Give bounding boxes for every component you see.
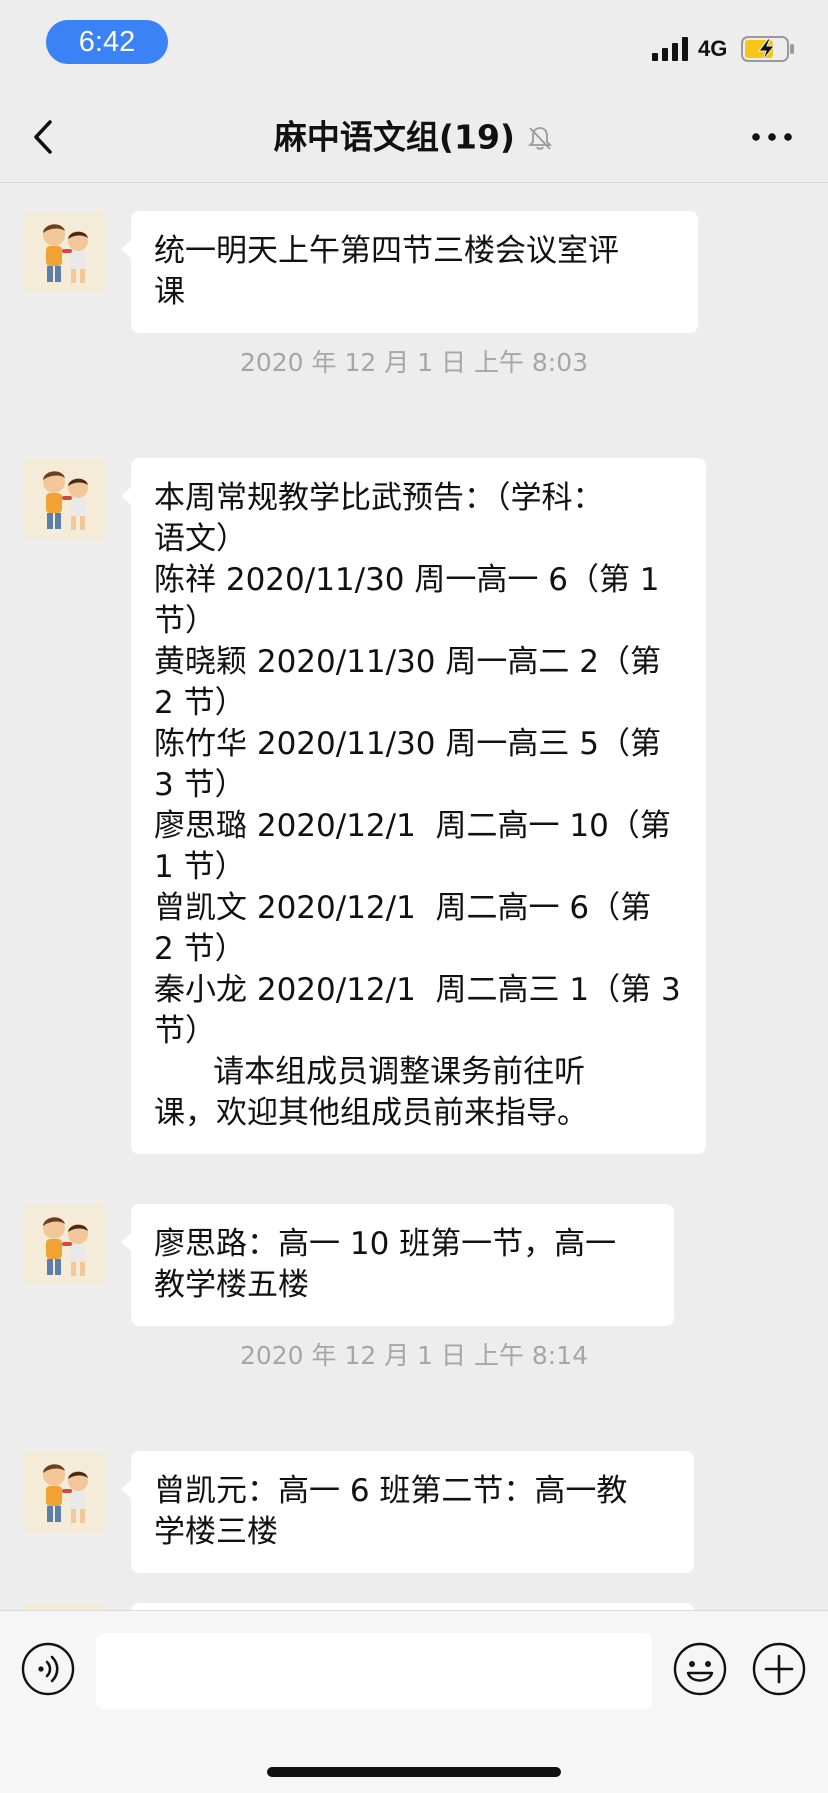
message-bubble[interactable] <box>131 1603 694 1610</box>
message-input[interactable] <box>96 1633 652 1709</box>
avatar[interactable] <box>24 1451 106 1533</box>
plus-icon[interactable] <box>751 1641 807 1697</box>
message-timestamp: 2020 年 12 月 1 日 上午 8:14 <box>239 1341 589 1370</box>
cartoon-kids-avatar-icon <box>24 1451 106 1533</box>
status-time[interactable]: 6:42 <box>46 20 168 64</box>
message-bubble[interactable]: 本周常规教学比武预告：（学科： 语文） 陈祥 2020/11/30 周一高一 6… <box>121 458 706 1154</box>
avatar[interactable] <box>24 1204 106 1286</box>
message-timestamp: 2020 年 12 月 1 日 上午 8:03 <box>239 348 589 377</box>
chat-message-list[interactable]: 统一明天上午第四节三楼会议室评 课 2020 年 12 月 1 日 上午 8:0… <box>0 183 828 1610</box>
home-indicator[interactable] <box>267 1767 561 1777</box>
nav-title-area: 麻中语文组(19) <box>0 92 828 182</box>
avatar[interactable] <box>24 458 106 540</box>
battery-charging-icon <box>741 36 794 62</box>
chat-title[interactable]: 麻中语文组(19) <box>274 118 515 157</box>
signal-bars-icon <box>652 37 688 61</box>
message-bubble[interactable]: 廖思路：高一 10 班第一节，高一 教学楼五楼 <box>121 1204 674 1326</box>
message-bubble[interactable]: 统一明天上午第四节三楼会议室评 课 <box>121 211 698 333</box>
avatar[interactable] <box>24 211 106 293</box>
input-bar <box>0 1610 828 1793</box>
cartoon-kids-avatar-icon <box>24 458 106 540</box>
network-type: 4G <box>698 36 728 61</box>
status-bar: 6:42 4G <box>0 0 828 92</box>
cartoon-kids-avatar-icon <box>24 1204 106 1286</box>
emoji-icon[interactable] <box>672 1641 728 1697</box>
avatar[interactable] <box>24 1603 106 1610</box>
message-bubble[interactable]: 曾凯元：高一 6 班第二节：高一教 学楼三楼 <box>121 1451 694 1573</box>
more-dots-icon[interactable] <box>748 120 796 154</box>
bell-muted-icon <box>527 126 553 150</box>
nav-bar: 麻中语文组(19) <box>0 92 828 183</box>
cartoon-kids-avatar-icon <box>24 211 106 293</box>
voice-icon[interactable] <box>20 1641 76 1697</box>
